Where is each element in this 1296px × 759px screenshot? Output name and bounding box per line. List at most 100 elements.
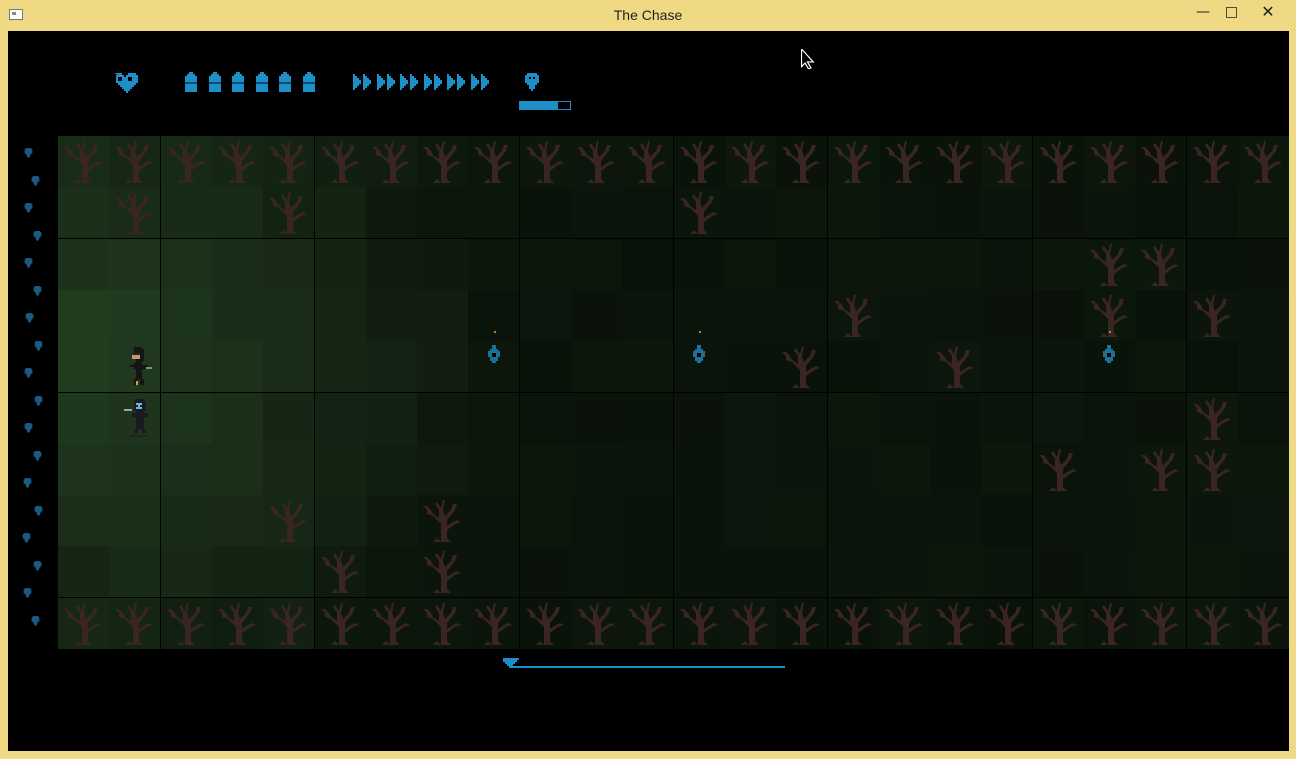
ground-tile (724, 392, 776, 444)
ground-tile (673, 443, 725, 495)
spirit-enemy (693, 331, 705, 363)
dead-tree (525, 602, 564, 645)
edge-skull-icon (31, 615, 40, 626)
fast-forward-icon (353, 74, 371, 90)
ground-tile (673, 495, 725, 547)
ground-tile (160, 289, 212, 341)
ground-tile (468, 238, 520, 290)
edge-skull-icon (22, 533, 31, 543)
ground-tile (58, 392, 109, 444)
fast-forward-icon (376, 74, 395, 90)
ground-tile (981, 289, 1033, 341)
ground-tile (1032, 392, 1084, 444)
ground-tile (930, 443, 982, 495)
ground-tile (878, 495, 930, 547)
ground-tile (622, 443, 674, 495)
ground-tile (724, 341, 776, 393)
ground-tile (211, 341, 263, 393)
dead-tree (1192, 602, 1231, 645)
window-titlebar: The Chase — □ ✕ (0, 0, 1296, 31)
dead-tree (320, 141, 359, 183)
ground-tile (109, 546, 161, 598)
dead-tree (269, 192, 308, 235)
edge-skull-icon (34, 505, 43, 516)
dead-tree (577, 141, 615, 183)
ground-tile (1135, 341, 1187, 393)
ground-tile (827, 546, 879, 598)
ground-tile (58, 289, 109, 341)
fast-forward-icon (470, 74, 489, 90)
dead-tree (64, 141, 102, 183)
spirit-enemy (1103, 331, 1115, 363)
ground-tile (365, 187, 417, 239)
ground-tile (930, 546, 982, 598)
minimize-icon: — (1196, 4, 1210, 20)
fast-forward-icon (400, 74, 418, 90)
dead-tree (269, 500, 308, 543)
ground-tile (468, 495, 520, 547)
ground-tile (776, 238, 828, 290)
dead-tree (1141, 141, 1180, 183)
ground-tile (160, 392, 212, 444)
ground-tile (314, 392, 366, 444)
dead-tree (371, 141, 410, 183)
ground-tile (878, 392, 930, 444)
bullet-icon (185, 72, 197, 92)
ground-tile (981, 238, 1033, 290)
level-progress-track (511, 666, 785, 668)
dead-tree (628, 141, 667, 183)
ground-tile (468, 443, 520, 495)
dead-tree (1141, 602, 1180, 645)
dead-tree (474, 602, 513, 645)
ground-tile (365, 495, 417, 547)
spirit-enemy (488, 331, 500, 363)
ground-tile (878, 546, 930, 598)
ground-tile (724, 238, 776, 290)
bullet-icon (279, 72, 291, 92)
edge-skull-icon (31, 175, 40, 186)
ground-tile (365, 443, 417, 495)
ground-tile (211, 187, 263, 239)
ground-tile (468, 392, 520, 444)
edge-skull-icon (25, 368, 33, 378)
ground-tile (109, 495, 161, 547)
close-button[interactable]: ✕ (1245, 1, 1291, 23)
edge-skull-icon (33, 285, 42, 296)
ground-tile (673, 392, 725, 444)
ground-tile (1186, 495, 1238, 547)
dead-tree (320, 602, 359, 645)
ground-tile (930, 289, 982, 341)
ground-tile (211, 546, 263, 598)
ground-tile (160, 495, 212, 547)
ground-tile (776, 289, 828, 341)
ground-tile (519, 187, 571, 239)
dead-tree (833, 141, 872, 183)
dead-tree (730, 602, 769, 645)
heart-icon (114, 73, 138, 93)
ground-tile (622, 187, 674, 239)
ground-tile (263, 392, 315, 444)
ground-tile (160, 546, 212, 598)
ground-tile (211, 495, 263, 547)
maximize-button[interactable]: □ (1218, 1, 1245, 23)
mouse-cursor-icon (801, 49, 815, 69)
dead-tree (730, 141, 769, 183)
ground-tile (58, 443, 109, 495)
game-canvas[interactable] (8, 31, 1289, 751)
ground-tile (519, 443, 571, 495)
dead-tree (1192, 397, 1231, 440)
minimize-button[interactable]: — (1188, 1, 1218, 23)
ground-tile (1084, 495, 1135, 547)
edge-skull-icon (33, 230, 42, 241)
ground-tile (622, 289, 674, 341)
dead-tree (1141, 243, 1180, 286)
ground-tile (981, 546, 1033, 598)
dead-tree (1090, 243, 1128, 286)
ground-tile (571, 495, 622, 547)
ground-tile (1237, 392, 1289, 444)
ground-tile (571, 289, 622, 341)
edge-skull-icon (24, 258, 33, 268)
ground-tile (1135, 289, 1187, 341)
ground-tile (1135, 546, 1187, 598)
ground-tile (930, 238, 982, 290)
